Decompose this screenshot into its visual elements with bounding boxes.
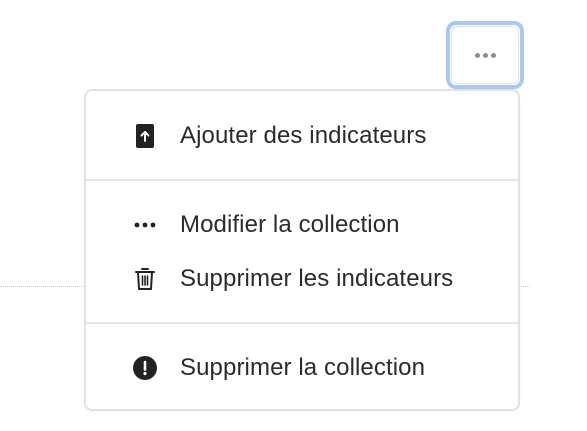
more-actions-button[interactable] — [446, 21, 524, 89]
menu-item-modifier-collection[interactable]: Modifier la collection — [86, 203, 518, 247]
menu-item-label: Supprimer la collection — [180, 354, 426, 381]
menu-item-supprimer-collection[interactable]: Supprimer la collection — [86, 346, 518, 390]
upload-file-icon — [133, 124, 157, 148]
more-horizontal-icon — [133, 213, 157, 237]
menu-item-label: Ajouter des indicateurs — [180, 122, 427, 149]
menu-separator — [86, 322, 518, 324]
menu-item-label: Modifier la collection — [180, 211, 400, 238]
page: Ajouter des indicateurs Modifier la coll… — [0, 0, 587, 431]
more-horizontal-icon — [474, 52, 496, 58]
alert-circle-icon — [133, 356, 157, 380]
trash-icon — [133, 267, 157, 291]
menu-item-supprimer-indicateurs[interactable]: Supprimer les indicateurs — [86, 257, 518, 301]
actions-dropdown-menu: Ajouter des indicateurs Modifier la coll… — [84, 89, 520, 411]
menu-item-label: Supprimer les indicateurs — [180, 265, 454, 292]
menu-separator — [86, 179, 518, 181]
more-actions-button-inner — [451, 26, 519, 84]
menu-item-ajouter-indicateurs[interactable]: Ajouter des indicateurs — [86, 114, 518, 158]
